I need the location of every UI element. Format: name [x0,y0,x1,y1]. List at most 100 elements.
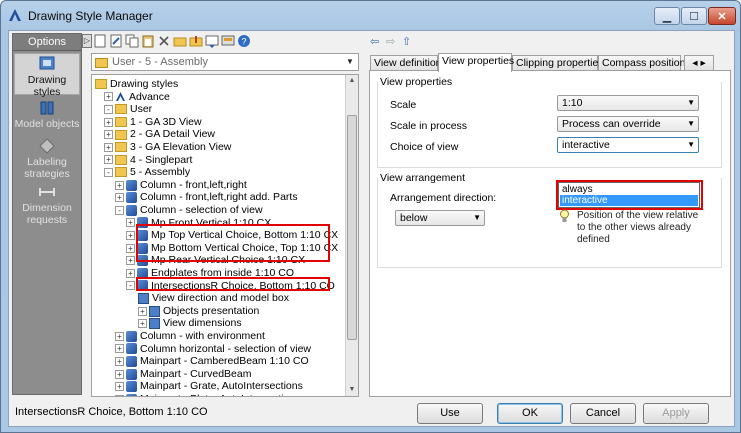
nav-labeling-strategies[interactable]: Labeling strategies [14,138,80,182]
tree-node[interactable]: - Column - selection of view [115,204,263,217]
highlight-box-choices [136,224,330,262]
nav-model-objects[interactable]: Model objects [14,98,80,132]
expand-icon[interactable]: + [115,394,124,396]
tree-node[interactable]: + Column - front,left,right [115,179,247,192]
tree-node[interactable]: Drawing styles [95,78,178,91]
collapse-panel-button[interactable]: ▷ [82,34,92,48]
tree-node-label: Mainpart - Grate, AutoIntersections [140,380,303,393]
scroll-down-icon[interactable]: ▼ [346,384,358,396]
expand-icon[interactable]: + [126,256,135,266]
tree-node[interactable]: + Mainpart - CurvedBeam [115,368,251,381]
expand-icon[interactable]: + [126,268,135,278]
tree-node-label: Objects presentation [163,304,260,317]
choice-of-view-label: Choice of view [390,141,459,153]
expand-icon[interactable]: + [104,117,113,127]
arrangement-direction-combo[interactable]: below ▼ [395,210,485,226]
chevron-down-icon: ▼ [687,119,695,128]
expand-icon[interactable]: + [115,344,124,354]
collapse-icon[interactable]: - [115,205,124,215]
expand-icon[interactable]: + [115,369,124,379]
tree-node-label: Mainpart - CamberedBeam 1:10 CO [140,355,309,368]
folder-icon [115,117,127,128]
view-style-icon [126,179,137,191]
tree-node[interactable]: + Objects presentation [138,305,259,318]
import-icon[interactable] [205,34,219,48]
expand-icon[interactable]: + [104,130,113,140]
window-title: Drawing Style Manager [28,9,153,23]
folder-icon[interactable] [173,34,187,48]
export-icon[interactable] [189,34,203,48]
tree-scrollbar[interactable]: ▲ ▼ [345,75,358,396]
view-style-icon [126,381,137,393]
paste-icon[interactable] [141,34,155,48]
tab-view-properties[interactable]: View properties [438,53,514,72]
choice-of-view-combo[interactable]: interactive ▼ [557,137,699,153]
tree-node-label: Column - front,left,right [140,178,247,191]
nav-drawing-styles[interactable]: Drawing styles [14,53,80,98]
back-arrow-icon[interactable]: ⇦ [370,35,379,48]
expand-icon[interactable]: + [126,230,135,240]
edit-icon[interactable] [109,34,123,48]
expand-icon[interactable]: + [115,356,124,366]
tree-node[interactable]: - 5 - Assembly [104,166,190,179]
collapse-icon[interactable]: - [104,167,113,177]
tree-node[interactable]: View direction and model box [138,292,289,305]
use-button[interactable]: Use [417,403,483,424]
style-filter-combo[interactable]: User - 5 - Assembly ▼ [91,53,359,71]
expand-icon[interactable]: + [115,180,124,190]
tree-node[interactable]: +3 - GA Elevation View [104,141,231,154]
tree-node[interactable]: + Advance [104,91,170,104]
expand-icon[interactable]: + [126,243,135,253]
settings-icon[interactable] [221,34,235,48]
cancel-button[interactable]: Cancel [570,403,636,424]
tree-node[interactable]: - User [104,103,152,116]
tree-node-label: View dimensions [163,317,242,330]
tree-node[interactable]: +4 - Singlepart [104,154,192,167]
expand-icon[interactable]: + [138,306,147,316]
copy-icon[interactable] [125,34,139,48]
apply-button[interactable]: Apply [643,403,709,424]
tree-node[interactable]: + Column - front,left,right add. Parts [115,191,298,204]
expand-icon[interactable]: + [115,382,124,392]
arrangement-direction-label: Arrangement direction: [390,192,497,204]
expand-icon[interactable]: + [126,218,135,228]
up-arrow-icon[interactable]: ⇧ [402,35,411,48]
tab-scroll-arrows[interactable]: ◂ ▸ [684,55,714,71]
scroll-thumb[interactable] [347,115,357,340]
tree-node[interactable]: + View dimensions [138,317,242,330]
delete-icon[interactable] [157,34,171,48]
options-header: Options [13,34,81,51]
tree-node[interactable]: + Mainpart - Grate, AutoIntersections [115,380,303,393]
expand-icon[interactable]: + [104,142,113,152]
forward-arrow-icon[interactable]: ⇨ [386,35,395,48]
tree-node[interactable]: + Mainpart - Plate, AutoIntersections [115,393,301,396]
tree-node[interactable]: +2 - GA Detail View [104,128,215,141]
folder-icon [95,79,107,90]
tab-clipping-properties[interactable]: Clipping properties [512,55,604,71]
tree-node[interactable]: + Mainpart - CamberedBeam 1:10 CO [115,355,309,368]
tree-node-label: View direction and model box [152,292,289,305]
tree-node-label: 4 - Singlepart [130,153,193,166]
tab-view-definition[interactable]: View definition [370,55,442,71]
tree-node[interactable]: +1 - GA 3D View [104,116,202,129]
help-icon[interactable]: ? [237,34,251,48]
expand-icon[interactable]: + [104,155,113,165]
expand-icon[interactable]: + [115,331,124,341]
new-icon[interactable] [93,34,107,48]
scale-process-combo[interactable]: Process can override ▼ [557,116,699,132]
scroll-up-icon[interactable]: ▲ [346,75,358,87]
ok-button[interactable]: OK [497,403,563,424]
expand-icon[interactable]: + [115,193,124,203]
tab-compass-position[interactable]: Compass position [598,55,685,71]
maximize-button[interactable]: ☐ [681,7,707,25]
tree-node[interactable]: + Column - with environment [115,330,265,343]
minimize-button[interactable]: ▁ [654,7,680,25]
tree-node[interactable]: + Column horizontal - selection of view [115,343,311,356]
nav-dimension-requests[interactable]: Dimension requests [14,184,80,226]
scale-combo[interactable]: 1:10 ▼ [557,95,699,111]
collapse-icon[interactable]: - [104,104,113,114]
expand-icon[interactable]: + [138,319,147,329]
close-button[interactable]: ✕ [708,7,736,25]
collapse-icon[interactable]: - [126,281,135,291]
expand-icon[interactable]: + [104,92,113,102]
